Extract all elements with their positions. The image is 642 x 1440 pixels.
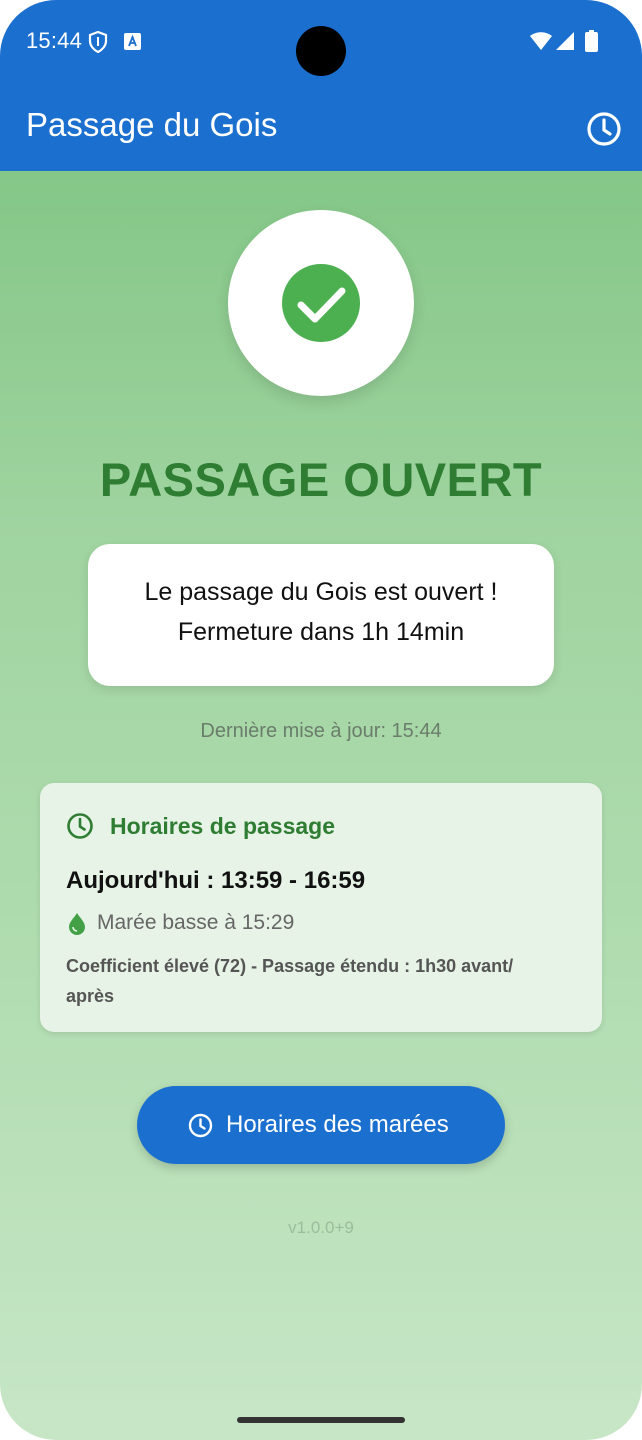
tide-times-button-label: Horaires des marées [226, 1111, 449, 1138]
schedule-title: Horaires de passage [110, 813, 336, 839]
wifi-icon [530, 32, 552, 50]
battery-icon [585, 30, 598, 52]
keyboard-a-icon [124, 33, 141, 50]
status-bar: 15:44 [0, 0, 642, 84]
tide-times-button[interactable]: Horaires des marées [137, 1086, 505, 1164]
today-schedule: Aujourd'hui : 13:59 - 16:59 [66, 867, 366, 894]
schedule-card: Horaires de passage Aujourd'hui : 13:59 … [40, 783, 602, 1032]
status-message: Le passage du Gois est ouvert ! [144, 578, 498, 606]
coefficient-line-2: après [66, 986, 115, 1006]
last-update: Dernière mise à jour: 15:44 [200, 720, 442, 742]
camera-cutout [296, 26, 346, 76]
coefficient-line-1: Coefficient élevé (72) - Passage étendu … [66, 956, 514, 976]
app-version: v1.0.0+9 [288, 1218, 354, 1237]
closing-countdown: Fermeture dans 1h 14min [177, 618, 465, 646]
status-time: 15:44 [26, 28, 83, 53]
water-drop-icon [69, 913, 85, 935]
history-clock-icon[interactable] [585, 110, 623, 148]
phone-screen: 15:44 Passage du Gois PASSAGE OUVERT Le … [0, 0, 642, 1440]
vpn-shield-icon [88, 31, 108, 53]
clock-icon [67, 813, 93, 839]
status-message-card: Le passage du Gois est ouvert ! Fermetur… [88, 544, 554, 686]
app-title: Passage du Gois [26, 106, 278, 143]
coefficient-info: Coefficient élevé (72) - Passage étendu … [66, 951, 586, 1011]
check-circle-icon [282, 264, 360, 342]
status-title: PASSAGE OUVERT [99, 453, 543, 506]
cellular-signal-icon [556, 32, 574, 50]
status-indicator [228, 210, 414, 396]
low-tide-time: Marée basse à 15:29 [97, 911, 295, 934]
clock-icon [188, 1113, 213, 1138]
home-indicator[interactable] [237, 1417, 405, 1423]
